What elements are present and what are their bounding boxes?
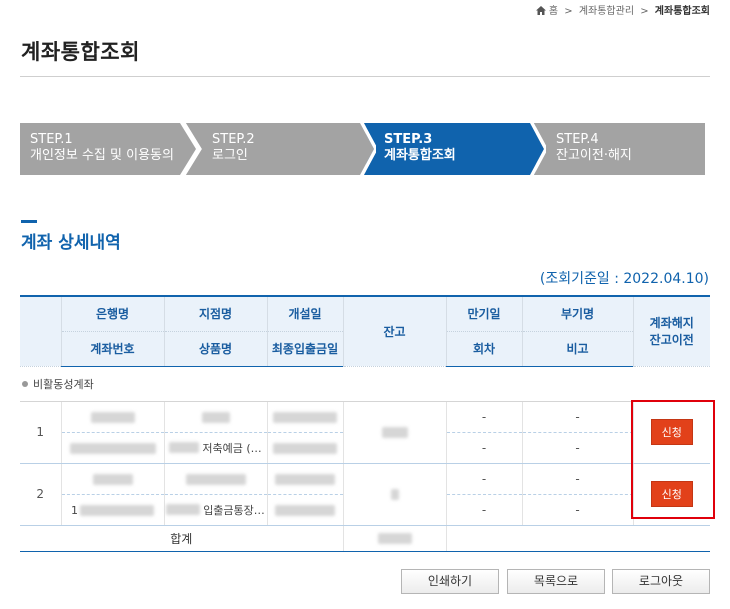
header-close-line1: 계좌해지	[649, 316, 694, 331]
header-bank: 은행명	[60, 295, 164, 332]
product-text: 입출금통장…	[203, 503, 265, 517]
sub-account-name: -	[521, 463, 633, 495]
branch-name	[163, 401, 267, 433]
header-note: 비고	[521, 331, 633, 367]
total-empty	[445, 524, 710, 552]
step-label: 개인정보 수집 및 이용동의	[30, 148, 174, 163]
step-progress: STEP.1 개인정보 수집 및 이용동의 STEP.2 로그인 STEP.3 …	[20, 123, 705, 175]
step-3: STEP.3 계좌통합조회	[366, 123, 536, 175]
list-button[interactable]: 목록으로	[507, 569, 605, 594]
total-label: 합계	[20, 524, 343, 552]
total-row: 합계	[20, 524, 710, 552]
step-number: STEP.2	[212, 132, 255, 147]
bank-name	[60, 463, 164, 495]
page-title: 계좌통합조회	[21, 40, 140, 64]
breadcrumb: 홈 > 계좌통합관리 > 계좌통합조회	[535, 2, 710, 18]
product-name: 입출금통장…	[163, 494, 267, 526]
account-number	[60, 432, 164, 464]
step-label: 계좌통합조회	[384, 148, 456, 163]
branch-name	[163, 463, 267, 495]
header-installment: 회차	[445, 331, 522, 367]
step-number: STEP.3	[384, 132, 433, 147]
table-row: 2 - - 신청	[20, 463, 710, 526]
bullet-icon	[22, 380, 28, 387]
header-balance: 잔고	[342, 295, 446, 367]
note: -	[521, 432, 633, 464]
breadcrumb-current: 계좌통합조회	[654, 6, 710, 17]
open-date	[266, 463, 343, 495]
step-1: STEP.1 개인정보 수집 및 이용동의	[20, 123, 196, 175]
product-name: 저축예금 (…	[163, 432, 267, 464]
note: -	[521, 494, 633, 526]
header-product: 상품명	[163, 331, 267, 367]
bank-name	[60, 401, 164, 433]
header-sub-account: 부기명	[521, 295, 633, 332]
group-label: 비활동성계좌	[33, 377, 94, 391]
header-close-transfer: 계좌해지 잔고이전	[632, 295, 710, 367]
title-divider	[20, 76, 710, 77]
section-accent-bar	[21, 220, 37, 223]
breadcrumb-home[interactable]: 홈	[549, 6, 558, 17]
group-row: 비활동성계좌	[20, 366, 710, 402]
step-number: STEP.1	[30, 132, 73, 147]
open-date	[266, 401, 343, 433]
query-date: (조회기준일 : 2022.04.10)	[539, 271, 709, 287]
account-number-prefix: 1	[71, 503, 78, 517]
maturity-date: -	[445, 401, 522, 433]
apply-button[interactable]: 신청	[650, 419, 693, 445]
breadcrumb-separator: >	[640, 6, 649, 17]
total-balance	[342, 524, 446, 552]
print-button[interactable]: 인쇄하기	[401, 569, 499, 594]
breadcrumb-separator: >	[564, 6, 573, 17]
account-number: 1	[60, 494, 164, 526]
sub-account-name: -	[521, 401, 633, 433]
balance	[342, 463, 446, 526]
close-cell: 신청	[632, 463, 710, 526]
balance	[342, 401, 446, 464]
header-close-line2: 잔고이전	[649, 333, 694, 348]
installment: -	[445, 494, 522, 526]
step-label: 로그인	[212, 148, 248, 163]
logout-button[interactable]: 로그아웃	[612, 569, 710, 594]
maturity-date: -	[445, 463, 522, 495]
last-transaction-date	[266, 432, 343, 464]
step-4: STEP.4 잔고이전·해지	[536, 123, 705, 175]
apply-button[interactable]: 신청	[650, 481, 693, 507]
product-text: 저축예금 (…	[202, 441, 262, 455]
section-title: 계좌 상세내역	[21, 233, 121, 253]
step-label: 잔고이전·해지	[556, 148, 632, 163]
header-open-date: 개설일	[266, 295, 343, 332]
header-maturity: 만기일	[445, 295, 522, 332]
step-number: STEP.4	[556, 132, 599, 147]
step-arrow-icon	[180, 123, 204, 175]
step-2: STEP.2 로그인	[196, 123, 366, 175]
header-index	[20, 295, 61, 367]
row-number: 2	[20, 463, 61, 526]
header-last-txn: 최종입출금일	[266, 331, 343, 367]
table-row: 1 - - 신청	[20, 401, 710, 464]
step-arrow-icon	[352, 123, 376, 175]
header-branch: 지점명	[163, 295, 267, 332]
installment: -	[445, 432, 522, 464]
row-number: 1	[20, 401, 61, 464]
step-arrow-icon	[522, 123, 546, 175]
close-cell: 신청	[632, 401, 710, 464]
header-account-no: 계좌번호	[60, 331, 164, 367]
breadcrumb-item[interactable]: 계좌통합관리	[579, 6, 634, 17]
home-icon[interactable]	[535, 6, 546, 18]
last-transaction-date	[266, 494, 343, 526]
account-detail-table: 은행명 지점명 개설일 잔고 만기일 부기명 계좌해지 잔고이전 계좌번호 상품…	[20, 295, 710, 552]
